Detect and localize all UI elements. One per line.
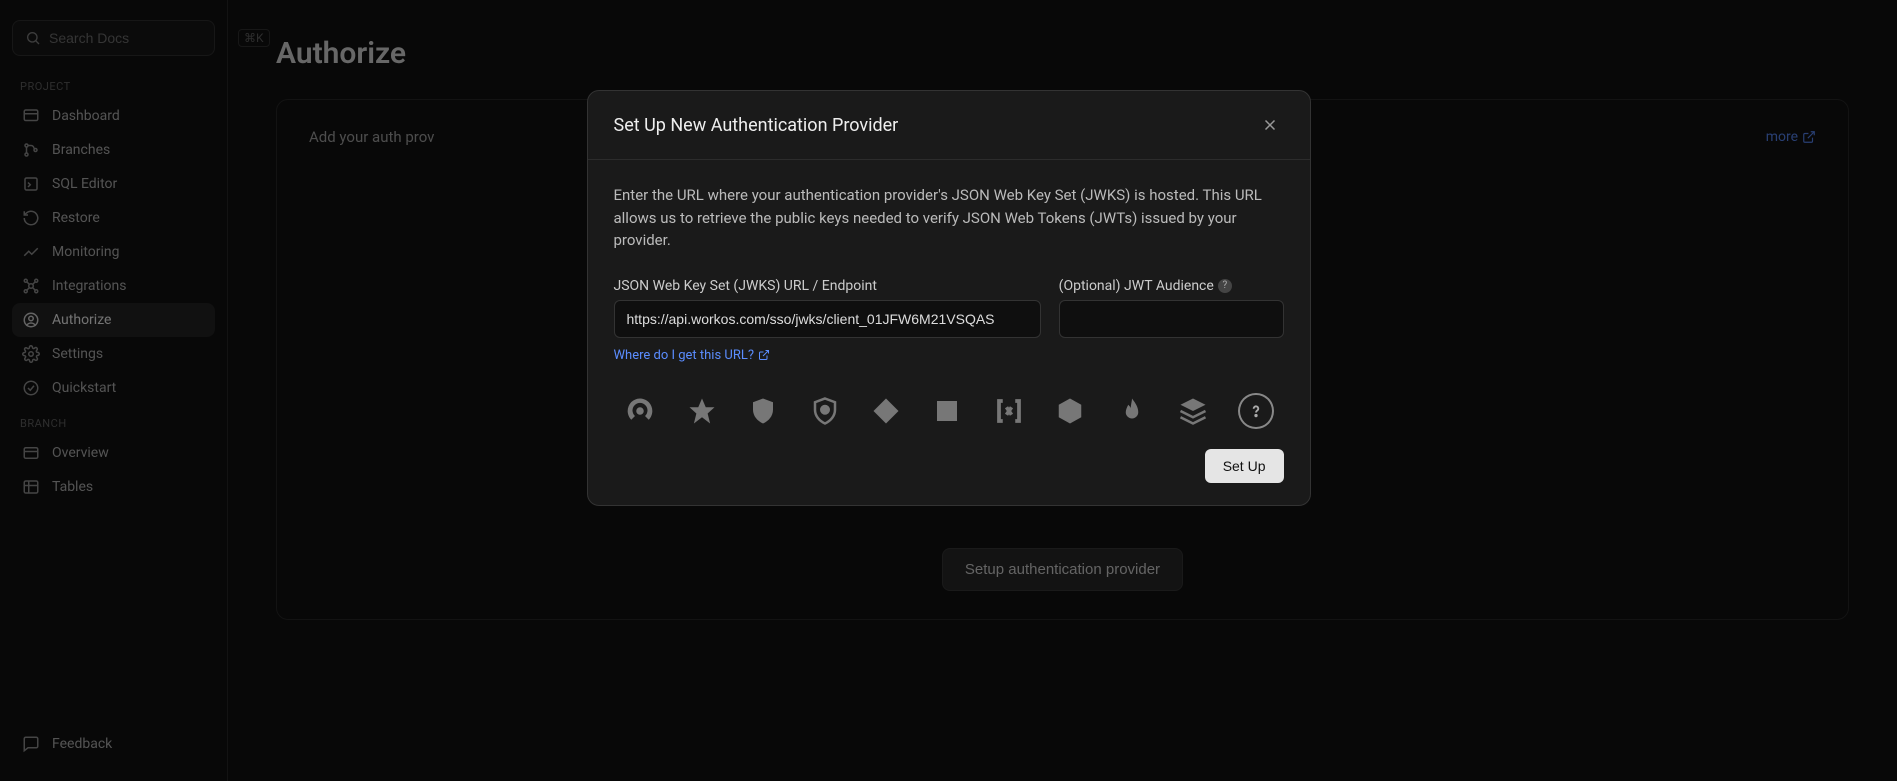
jwks-url-input[interactable] <box>614 300 1041 338</box>
modal-overlay[interactable]: Set Up New Authentication Provider Enter… <box>0 0 1897 781</box>
provider-hexagon-icon[interactable] <box>1054 394 1087 428</box>
modal-close-button[interactable] <box>1256 111 1284 139</box>
provider-square-icon[interactable] <box>931 394 964 428</box>
provider-other-icon[interactable] <box>1238 393 1273 429</box>
set-up-button[interactable]: Set Up <box>1205 449 1284 483</box>
jwks-help-link[interactable]: Where do I get this URL? <box>614 348 771 363</box>
modal-title: Set Up New Authentication Provider <box>614 115 899 136</box>
provider-shield-icon[interactable] <box>746 394 779 428</box>
provider-icons-row <box>614 393 1284 429</box>
provider-auth0-icon[interactable] <box>685 394 718 428</box>
provider-brackets-icon[interactable] <box>992 394 1025 428</box>
provider-diamond-icon[interactable] <box>869 394 902 428</box>
help-icon[interactable]: ? <box>1218 279 1232 293</box>
modal-description: Enter the URL where your authentication … <box>614 184 1284 252</box>
provider-clerk-icon[interactable] <box>624 394 657 428</box>
auth-provider-modal: Set Up New Authentication Provider Enter… <box>587 90 1311 506</box>
external-link-icon <box>758 349 770 361</box>
provider-supertokens-icon[interactable] <box>808 394 841 428</box>
jwks-url-label: JSON Web Key Set (JWKS) URL / Endpoint <box>614 278 1041 294</box>
jwt-audience-input[interactable] <box>1059 300 1284 338</box>
provider-firebase-icon[interactable] <box>1115 394 1148 428</box>
close-icon <box>1261 116 1279 134</box>
jwt-audience-label: (Optional) JWT Audience ? <box>1059 278 1284 294</box>
provider-stack-icon[interactable] <box>1177 394 1210 428</box>
